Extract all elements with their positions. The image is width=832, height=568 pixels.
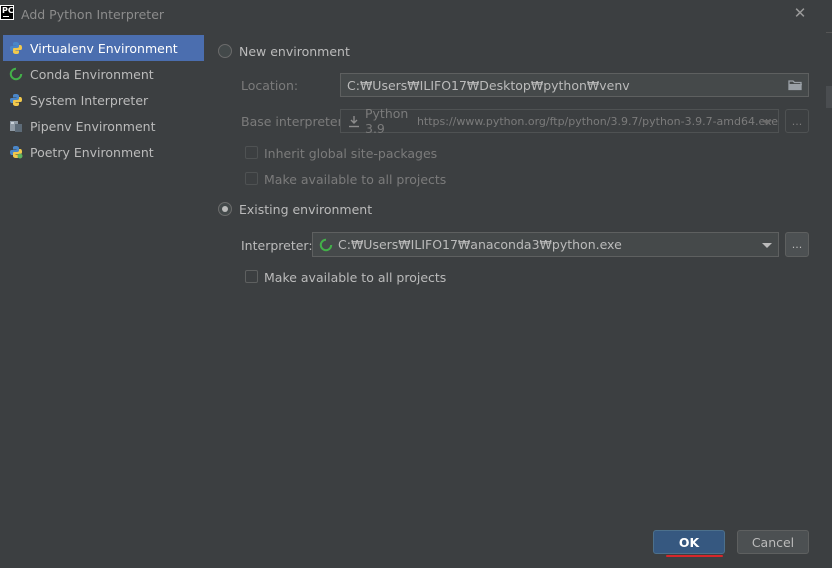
ok-button[interactable]: OK <box>653 530 725 554</box>
existing-make-available-checkbox[interactable] <box>245 270 258 283</box>
conda-icon <box>319 238 333 252</box>
pycharm-logo-icon: PC <box>0 5 14 20</box>
divider <box>826 32 832 33</box>
pipenv-icon <box>8 118 24 134</box>
interpreter-browse-button[interactable]: ... <box>785 232 809 257</box>
base-interpreter-select[interactable]: Python 3.9 https://www.python.org/ftp/py… <box>340 106 779 136</box>
folder-icon[interactable] <box>788 78 803 95</box>
sidebar-item-pipenv[interactable]: Pipenv Environment <box>3 113 204 139</box>
close-icon[interactable]: ✕ <box>788 0 812 26</box>
chevron-down-icon <box>762 120 772 125</box>
sidebar-item-label: Poetry Environment <box>30 144 154 160</box>
existing-environment-radio[interactable] <box>218 202 232 216</box>
cancel-button[interactable]: Cancel <box>737 530 809 554</box>
conda-icon <box>8 66 24 82</box>
sidebar-item-virtualenv[interactable]: Virtualenv Environment <box>3 35 204 61</box>
base-interpreter-label: Base interpreter: <box>241 114 347 129</box>
sidebar-item-system[interactable]: System Interpreter <box>3 87 204 113</box>
download-icon <box>348 115 360 128</box>
location-value: C:₩Users₩ILIFO17₩Desktop₩python₩venv <box>347 77 630 93</box>
location-field[interactable]: C:₩Users₩ILIFO17₩Desktop₩python₩venv <box>340 73 809 97</box>
poetry-icon <box>8 144 24 160</box>
sidebar-item-label: System Interpreter <box>30 92 149 108</box>
base-interpreter-browse-button[interactable]: ... <box>785 109 809 133</box>
existing-environment-label: Existing environment <box>239 202 373 217</box>
sidebar-item-label: Conda Environment <box>30 66 154 82</box>
scrollbar[interactable] <box>826 86 832 108</box>
location-label: Location: <box>241 78 299 93</box>
python-icon <box>8 92 24 108</box>
sidebar-item-poetry[interactable]: Poetry Environment <box>3 139 204 165</box>
interpreter-select[interactable]: C:₩Users₩ILIFO17₩anaconda3₩python.exe <box>312 232 779 257</box>
sidebar-item-label: Virtualenv Environment <box>30 40 178 56</box>
window-title: Add Python Interpreter <box>21 7 165 22</box>
inherit-packages-label: Inherit global site-packages <box>264 146 438 161</box>
existing-make-available-label: Make available to all projects <box>264 270 447 285</box>
new-make-available-checkbox[interactable] <box>245 172 258 185</box>
annotation-underline <box>666 555 723 557</box>
base-interpreter-url: https://www.python.org/ftp/python/3.9.7/… <box>416 114 778 128</box>
base-interpreter-value: Python 3.9 <box>365 106 409 136</box>
interpreter-label: Interpreter: <box>241 238 313 253</box>
new-environment-radio[interactable] <box>218 44 232 58</box>
chevron-down-icon <box>762 243 772 248</box>
sidebar-item-label: Pipenv Environment <box>30 118 156 134</box>
inherit-packages-checkbox[interactable] <box>245 146 258 159</box>
sidebar-item-conda[interactable]: Conda Environment <box>3 61 204 87</box>
interpreter-value: C:₩Users₩ILIFO17₩anaconda3₩python.exe <box>338 237 622 252</box>
new-environment-label: New environment <box>239 44 350 59</box>
new-make-available-label: Make available to all projects <box>264 172 447 187</box>
python-icon <box>8 40 24 56</box>
